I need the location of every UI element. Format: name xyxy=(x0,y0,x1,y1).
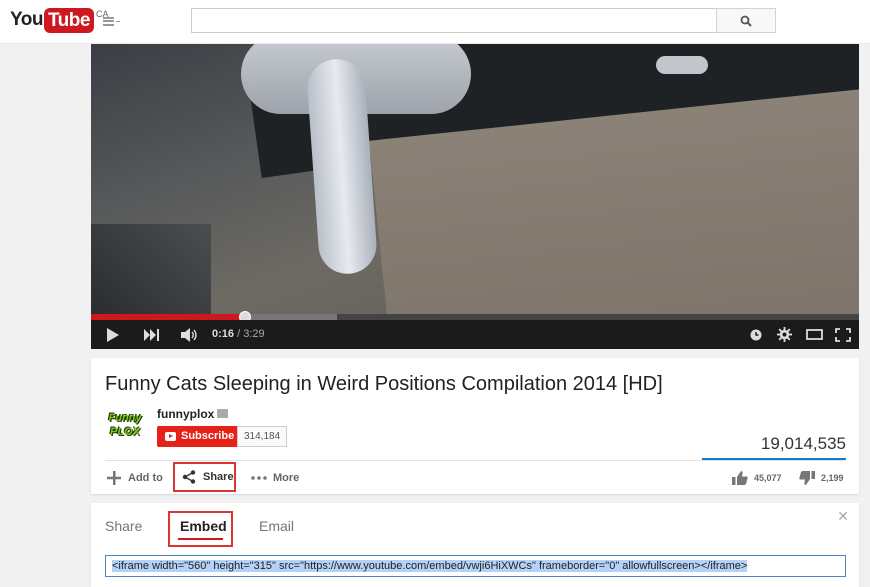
share-panel: Share Embed Email ✕ <iframe width="560" … xyxy=(91,503,859,587)
tab-embed-label: Embed xyxy=(180,518,227,534)
subscribe-label: Subscribe xyxy=(181,430,235,442)
more-button[interactable]: More xyxy=(251,463,299,493)
share-label: Share xyxy=(203,471,234,483)
duration: 3:29 xyxy=(243,328,265,340)
close-icon[interactable]: ✕ xyxy=(837,509,849,525)
like-button[interactable]: 45,077 xyxy=(732,463,782,493)
embed-code-text: <iframe width="560" height="315" src="ht… xyxy=(112,560,748,572)
video-info-panel: Funny Cats Sleeping in Weird Positions C… xyxy=(91,358,859,494)
theater-mode-icon[interactable] xyxy=(804,320,824,349)
tab-email[interactable]: Email xyxy=(259,518,294,534)
player-controls: 0:16 / 3:29 xyxy=(91,320,859,349)
share-button[interactable]: Share xyxy=(173,462,236,492)
subscriber-count: 314,184 xyxy=(237,426,288,447)
dislike-button[interactable]: 2,199 xyxy=(799,463,844,493)
youtube-logo[interactable]: You Tube CA xyxy=(10,8,108,34)
video-title: Funny Cats Sleeping in Weird Positions C… xyxy=(105,373,663,395)
play-icon[interactable] xyxy=(105,320,121,349)
video-frame[interactable] xyxy=(91,44,859,314)
fullscreen-icon[interactable] xyxy=(833,320,853,349)
divider xyxy=(105,460,845,461)
tab-embed[interactable]: Embed xyxy=(168,511,233,547)
time-display: 0:16 / 3:29 xyxy=(212,320,265,349)
youtube-play-icon xyxy=(165,432,176,441)
settings-gear-icon[interactable] xyxy=(775,320,793,349)
logo-tube-text: Tube xyxy=(43,8,94,33)
add-to-button[interactable]: Add to xyxy=(107,463,163,493)
search-button[interactable] xyxy=(716,8,776,33)
subscribe-button[interactable]: Subscribe xyxy=(157,426,243,447)
embed-code-field[interactable]: <iframe width="560" height="315" src="ht… xyxy=(105,555,846,577)
guide-menu-icon[interactable] xyxy=(103,14,121,28)
tab-share[interactable]: Share xyxy=(105,518,142,534)
watch-later-icon[interactable] xyxy=(748,320,764,349)
search-input[interactable] xyxy=(191,8,717,33)
next-icon[interactable] xyxy=(143,320,161,349)
thumbs-down-icon xyxy=(799,471,815,485)
verified-icon xyxy=(217,409,228,418)
like-count: 45,077 xyxy=(754,473,782,483)
more-dots-icon xyxy=(251,476,267,480)
volume-icon[interactable] xyxy=(180,320,200,349)
logo-you-text: You xyxy=(10,9,43,30)
share-icon xyxy=(182,470,196,484)
active-tab-underline xyxy=(178,538,223,540)
channel-name[interactable]: funnyplox xyxy=(157,407,214,421)
more-label: More xyxy=(273,472,300,484)
add-to-label: Add to xyxy=(128,472,163,484)
current-time: 0:16 xyxy=(212,328,235,340)
masthead: You Tube CA xyxy=(0,0,870,44)
channel-avatar[interactable]: Funny PLOX xyxy=(106,408,144,446)
plus-icon xyxy=(107,471,121,485)
thumbs-up-icon xyxy=(732,471,748,485)
search-icon xyxy=(740,15,752,27)
dislike-count: 2,199 xyxy=(821,473,844,483)
view-count: 19,014,535 xyxy=(760,434,846,453)
video-player[interactable]: 0:16 / 3:29 xyxy=(91,44,859,349)
